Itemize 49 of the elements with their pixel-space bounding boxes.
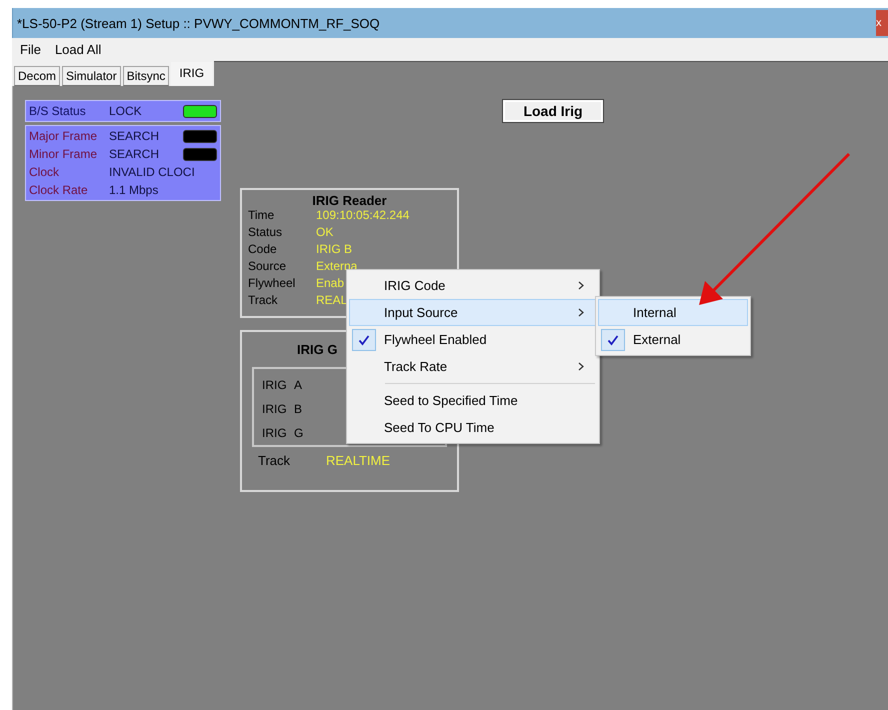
field-label: Code [248, 242, 278, 258]
status-value: SEARCH [109, 147, 160, 161]
load-button[interactable]: Load Irig [503, 100, 603, 122]
field-label: Flywheel [248, 276, 296, 292]
status-label: Clock Rate [29, 183, 89, 197]
tab[interactable]: Bitsync [122, 66, 170, 86]
status-label: Major Frame [29, 129, 98, 143]
panel-title: IRIG Reader [311, 193, 388, 208]
status-value: 1.1 Mbps [109, 183, 160, 197]
field-value: Externa [316, 259, 358, 275]
option-label: B [294, 402, 302, 416]
status-value: SEARCH [109, 129, 160, 143]
menu-item[interactable]: Internal [598, 299, 748, 326]
menu-item[interactable]: File [20, 42, 41, 56]
option-label: IRIG [262, 426, 288, 440]
field-label: Track [248, 293, 279, 309]
option-label: A [294, 378, 302, 392]
field-label: Time [248, 208, 276, 224]
menu-item[interactable]: Flywheel Enabled [349, 326, 597, 353]
field-label: Source [248, 259, 288, 275]
status-label: Clock [29, 165, 60, 179]
status-label: Minor Frame [29, 147, 98, 161]
field-label: Status [248, 225, 284, 241]
status-value: LOCK [109, 104, 143, 118]
menu-item[interactable]: IRIG Code [349, 272, 597, 299]
panel-title: IRIG G [297, 342, 338, 357]
field-label: Track [258, 453, 292, 468]
option-label: G [294, 426, 304, 440]
tab[interactable]: Decom [14, 66, 60, 86]
field-value: REALTIME [326, 453, 390, 468]
menu-item[interactable]: Track Rate [349, 353, 597, 380]
field-value: IRIG B [316, 242, 352, 258]
menu-item[interactable]: Load All [54, 42, 102, 56]
menu-item[interactable]: Seed to Specified Time [349, 387, 597, 414]
close-button[interactable]: x [876, 10, 888, 36]
status-value: INVALID CLOCI [109, 165, 196, 179]
tab[interactable]: IRIG [171, 62, 212, 86]
tab[interactable]: Simulator [62, 66, 121, 86]
option-label: IRIG [262, 402, 288, 416]
menu-item[interactable]: Seed To CPU Time [349, 414, 597, 441]
menu-item[interactable]: External [598, 326, 748, 353]
status-label: B/S Status [29, 104, 87, 118]
field-value: 109:10:05:42.244 [316, 208, 410, 224]
option-label: IRIG [262, 378, 288, 392]
menu-item[interactable]: Input Source [349, 299, 597, 326]
field-value: REAL [316, 293, 348, 309]
field-value: OK [316, 225, 334, 241]
window-title: *LS-50-P2 (Stream 1) Setup :: PVWY_COMMONTM_RF_SOQ [16, 16, 380, 30]
field-value: Enab [316, 276, 344, 292]
